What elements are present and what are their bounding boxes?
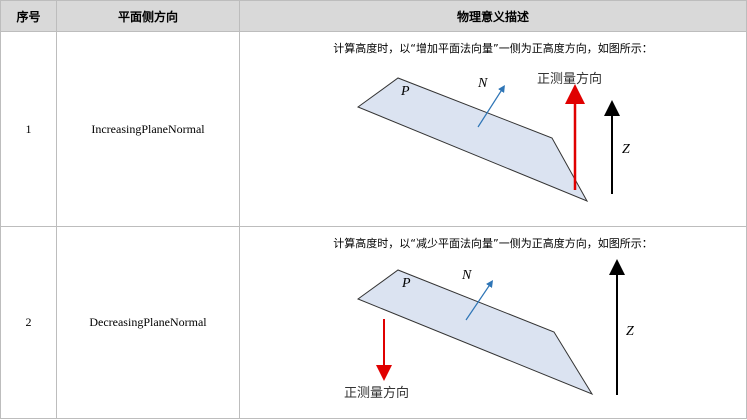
plane-side-table: 序号 平面侧方向 物理意义描述 1 IncreasingPlaneNormal … [0, 0, 747, 419]
row-description-cell: 计算高度时，以“增加平面法向量”一侧为正高度方向，如图所示： P N 正测量方向… [239, 31, 747, 227]
row-direction: IncreasingPlaneNormal [56, 31, 240, 227]
plane-shape [356, 77, 589, 203]
z-axis-label: Z [622, 142, 630, 157]
table-header-row: 序号 平面侧方向 物理意义描述 [0, 0, 747, 32]
row-description-cell: 计算高度时，以“减少平面法向量”一侧为正高度方向，如图所示： P N 正测量方向… [239, 226, 747, 419]
header-index: 序号 [0, 0, 57, 32]
header-meaning: 物理意义描述 [239, 0, 747, 32]
measure-direction-label: 正测量方向 [537, 71, 602, 87]
increasing-normal-diagram: P N 正测量方向 Z [356, 71, 630, 203]
normal-label: N [477, 76, 488, 91]
row-index: 1 [0, 31, 57, 227]
table-row: 2 DecreasingPlaneNormal 计算高度时，以“减少平面法向量”… [0, 226, 747, 419]
header-direction: 平面侧方向 [56, 0, 240, 32]
normal-label: N [461, 268, 472, 283]
row-index: 2 [0, 226, 57, 419]
plane-label: P [400, 84, 410, 99]
plane-shape [356, 269, 594, 396]
row-direction: DecreasingPlaneNormal [56, 226, 240, 419]
plane-label: P [401, 276, 411, 291]
decreasing-normal-diagram: P N 正测量方向 Z [344, 259, 634, 401]
table-row: 1 IncreasingPlaneNormal 计算高度时，以“增加平面法向量”… [0, 31, 747, 227]
z-axis-label: Z [626, 324, 634, 339]
measure-direction-label: 正测量方向 [344, 385, 409, 401]
